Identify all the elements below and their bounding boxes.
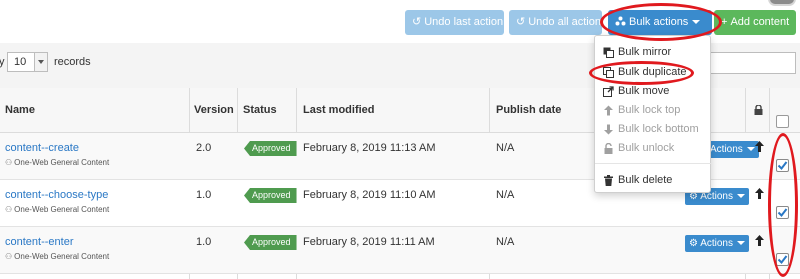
content-name-link[interactable]: content--enter <box>5 236 73 248</box>
undo-last-action-button[interactable]: ↺ Undo last action <box>405 10 504 35</box>
status-badge: Approved <box>244 235 297 250</box>
menu-divider <box>595 163 712 164</box>
sitemap-icon: ⚇ <box>5 158 13 167</box>
column-header-name[interactable]: Name <box>0 88 35 133</box>
plus-icon: + <box>721 16 728 28</box>
menu-item-bulk-move[interactable]: Bulk move <box>595 82 712 101</box>
checkmark-icon <box>777 208 788 218</box>
caret-down-icon <box>737 241 745 246</box>
lock-icon <box>754 105 763 115</box>
last-modified-value: February 8, 2019 11:11 AM <box>303 236 435 248</box>
arrow-up-icon <box>604 105 613 116</box>
column-header-version[interactable]: Version <box>189 88 234 133</box>
menu-item-bulk-mirror[interactable]: Bulk mirror <box>595 43 712 62</box>
toggle-switch[interactable] <box>768 0 796 6</box>
arrow-up-icon[interactable] <box>755 188 764 199</box>
bulk-actions-button[interactable]: Bulk actions <box>608 10 712 35</box>
column-header-last-modified[interactable]: Last modified <box>298 88 375 133</box>
gear-icon: ⚙ <box>689 238 701 249</box>
show-label: y <box>0 56 5 68</box>
status-badge: Approved <box>244 141 297 156</box>
caret-down-icon <box>746 147 755 152</box>
publish-date-value: N/A <box>496 236 515 248</box>
arrow-up-icon[interactable] <box>755 235 764 246</box>
move-icon <box>603 86 614 97</box>
column-header-status[interactable]: Status <box>238 88 277 133</box>
row-select-checkbox[interactable] <box>776 159 789 172</box>
content-name-link[interactable]: content--create <box>5 142 79 154</box>
checkmark-icon <box>777 161 788 171</box>
menu-item-bulk-lock-top[interactable]: Bulk lock top <box>595 101 712 120</box>
chevron-down-icon <box>34 53 47 71</box>
trash-icon <box>604 175 613 186</box>
bulk-actions-menu: Bulk mirror Bulk duplicate Bulk move Bul… <box>594 35 712 193</box>
mirror-icon <box>603 47 614 58</box>
version-value: 1.0 <box>196 236 212 248</box>
row-actions-button[interactable]: Actions <box>706 141 759 158</box>
arrow-up-icon[interactable] <box>755 141 764 152</box>
row-select-checkbox[interactable] <box>776 253 789 266</box>
caret-down-icon <box>737 194 745 199</box>
sitemap-icon: ⚇ <box>5 205 13 214</box>
caret-down-icon <box>692 20 701 25</box>
content-name-link[interactable]: content--choose-type <box>5 189 108 201</box>
last-modified-value: February 8, 2019 11:13 AM <box>303 142 436 154</box>
last-modified-value: February 8, 2019 11:10 AM <box>303 189 436 201</box>
duplicate-icon <box>603 67 614 78</box>
version-value: 1.0 <box>196 189 212 201</box>
content-type-label: ⚇ One-Web General Content <box>5 205 110 214</box>
status-badge: Approved <box>244 188 297 203</box>
records-label: records <box>54 56 91 68</box>
sitemap-icon: ⚇ <box>5 252 13 261</box>
sitemap-icon <box>615 10 626 35</box>
select-all-checkbox[interactable] <box>776 115 789 128</box>
row-select-checkbox[interactable] <box>776 206 789 219</box>
menu-item-bulk-duplicate[interactable]: Bulk duplicate <box>595 63 712 82</box>
column-header-publish-date[interactable]: Publish date <box>491 88 561 133</box>
content-type-label: ⚇ One-Web General Content <box>5 158 110 167</box>
undo-all-actions-button[interactable]: ↺ Undo all actions <box>509 10 607 35</box>
add-content-button[interactable]: + Add content <box>714 10 796 35</box>
version-value: 2.0 <box>196 142 212 154</box>
search-input[interactable] <box>705 52 796 74</box>
row-actions-button[interactable]: ⚙ Actions <box>685 235 749 252</box>
content-type-label: ⚇ One-Web General Content <box>5 252 110 261</box>
publish-date-value: N/A <box>496 142 515 154</box>
undo-icon: ↺ <box>516 16 526 28</box>
arrow-down-icon <box>604 124 613 135</box>
unlock-icon <box>604 143 613 154</box>
records-per-page-select[interactable]: 10 <box>7 52 48 72</box>
table-row: content--enter ⚇ One-Web General Content … <box>0 227 800 274</box>
checkmark-icon <box>777 255 788 265</box>
menu-item-bulk-unlock[interactable]: Bulk unlock <box>595 139 712 158</box>
publish-date-value: N/A <box>496 189 515 201</box>
menu-item-bulk-delete[interactable]: Bulk delete <box>595 171 712 190</box>
undo-icon: ↺ <box>412 16 422 28</box>
menu-item-bulk-lock-bottom[interactable]: Bulk lock bottom <box>595 120 712 139</box>
